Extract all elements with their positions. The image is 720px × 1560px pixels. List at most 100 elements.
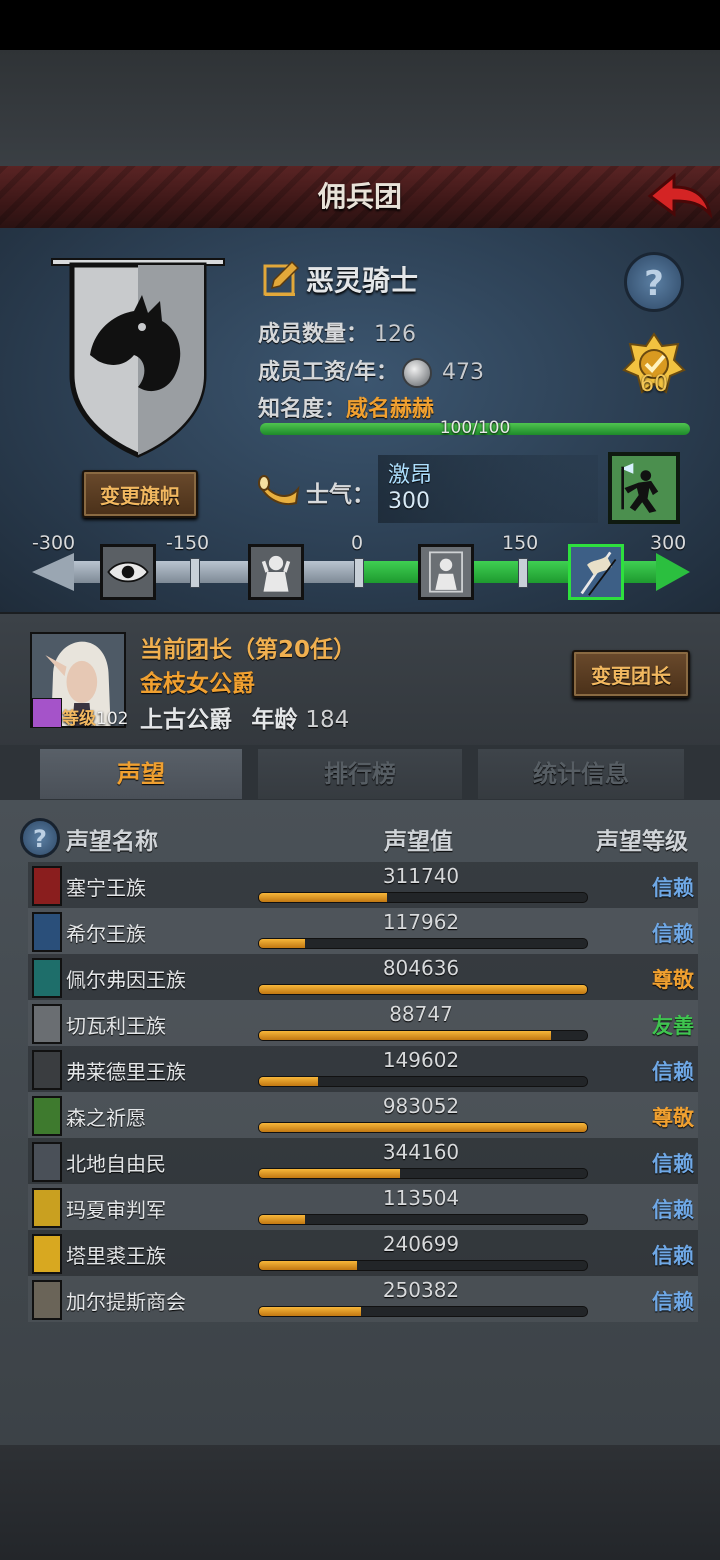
scale-label-150: 150 — [502, 532, 539, 554]
reputation-progress-bar — [258, 892, 588, 903]
faction-name: 切瓦利王族 — [66, 1014, 166, 1038]
leader-name: 金枝女公爵 — [140, 671, 255, 697]
morale-status-icon[interactable] — [608, 452, 680, 524]
faction-crest-icon — [32, 1096, 62, 1136]
reputation-row[interactable]: 塞宁王族 311740 信赖 — [28, 862, 698, 908]
reputation-progress-fill — [259, 1307, 361, 1316]
scale-label-minus300: -300 — [32, 532, 76, 554]
reputation-level: 信赖 — [652, 1290, 694, 1314]
bottom-background — [0, 1445, 720, 1560]
reputation-progress-fill — [259, 893, 387, 902]
header-faction-name: 声望名称 — [66, 829, 158, 855]
faction-name: 塞宁王族 — [66, 876, 146, 900]
reputation-level: 信赖 — [652, 1152, 694, 1176]
tab-statistics[interactable]: 统计信息 — [478, 749, 684, 799]
reputation-progress-bar — [258, 1168, 588, 1179]
faction-name: 塔里裘王族 — [66, 1244, 166, 1268]
reputation-progress-bar — [258, 1214, 588, 1225]
leader-title: 当前团长（第20任） — [140, 637, 357, 663]
neutral-figure-icon[interactable] — [418, 544, 474, 600]
despair-figure-icon[interactable] — [248, 544, 304, 600]
scale-label-0: 0 — [351, 532, 364, 554]
title-bar: 佣兵团 — [0, 166, 720, 231]
leader-level: 等级102 — [62, 704, 128, 729]
members-value: 126 — [374, 322, 417, 347]
excited-banner-icon[interactable] — [568, 544, 624, 600]
reputation-value: 88747 — [389, 1002, 453, 1026]
reputation-level: 信赖 — [652, 1198, 694, 1222]
morale-label: 士气： — [306, 482, 375, 508]
reputation-row[interactable]: 玛夏审判军 113504 信赖 — [28, 1184, 698, 1230]
reputation-progress-bar — [258, 1076, 588, 1087]
scale-tick — [190, 558, 200, 588]
reputation-row[interactable]: 北地自由民 344160 信赖 — [28, 1138, 698, 1184]
faction-crest-icon — [32, 1280, 62, 1320]
reputation-progress-fill — [259, 939, 305, 948]
tab-ranking[interactable]: 排行榜 — [258, 749, 462, 799]
reputation-progress-bar — [258, 984, 588, 995]
status-bar — [0, 0, 720, 50]
reputation-progress-fill — [259, 1215, 305, 1224]
guild-name: 恶灵骑士 — [306, 264, 419, 297]
reputation-progress-bar — [258, 1030, 588, 1041]
scale-label-minus150: -150 — [166, 532, 210, 554]
salary-row: 成员工资/年： 473 — [258, 354, 484, 388]
morale-state: 激昂 — [388, 463, 433, 488]
panic-eye-icon[interactable] — [100, 544, 156, 600]
faction-name: 希尔王族 — [66, 922, 146, 946]
reputation-value: 240699 — [382, 1232, 460, 1256]
header-reputation-level: 声望等级 — [596, 829, 688, 855]
guild-rank-number: 60 — [640, 372, 668, 397]
reputation-row[interactable]: 加尔提斯商会 250382 信赖 — [28, 1276, 698, 1322]
reputation-row[interactable]: 佩尔弗因王族 804636 尊敬 — [28, 954, 698, 1000]
scale-tick — [518, 558, 528, 588]
change-flag-button[interactable]: 变更旗帜 — [82, 470, 198, 518]
reputation-progress-fill — [259, 1031, 551, 1040]
faction-crest-icon — [32, 1188, 62, 1228]
reputation-level: 尊敬 — [652, 968, 694, 992]
reputation-value: 113504 — [382, 1186, 460, 1210]
reputation-row[interactable]: 弗莱德里王族 149602 信赖 — [28, 1046, 698, 1092]
faction-crest-icon — [32, 1234, 62, 1274]
faction-name: 弗莱德里王族 — [66, 1060, 186, 1084]
reputation-progress-fill — [259, 1077, 319, 1086]
top-background — [0, 50, 720, 166]
reputation-progress-fill — [259, 1261, 358, 1270]
reputation-level: 尊敬 — [652, 1106, 694, 1130]
reputation-progress-fill — [259, 1169, 401, 1178]
faction-crest-icon — [32, 1004, 62, 1044]
faction-crest-icon — [32, 1050, 62, 1090]
reputation-level: 信赖 — [652, 1060, 694, 1084]
reputation-value: 983052 — [382, 1094, 460, 1118]
reputation-row[interactable]: 塔里裘王族 240699 信赖 — [28, 1230, 698, 1276]
reputation-value: 117962 — [382, 910, 460, 934]
faction-crest-icon — [32, 1142, 62, 1182]
reputation-progress-bar — [258, 1122, 588, 1133]
level-value: 102 — [96, 709, 129, 729]
header-reputation-value: 声望值 — [384, 829, 453, 855]
class-staff-icon — [32, 698, 62, 728]
help-icon[interactable]: ? — [624, 252, 684, 312]
reputation-help-icon[interactable]: ? — [20, 818, 60, 858]
fame-progress-text: 100/100 — [439, 418, 511, 438]
morale-value: 300 — [388, 489, 430, 514]
salary-value: 473 — [442, 360, 485, 385]
guild-name-row: 恶灵骑士 — [262, 258, 418, 300]
silver-coin-icon — [402, 358, 433, 388]
leader-rank-age: 上古公爵 年龄 184 — [140, 700, 349, 734]
reputation-row[interactable]: 森之祈愿 983052 尊敬 — [28, 1092, 698, 1138]
tab-reputation[interactable]: 声望 — [40, 749, 242, 799]
back-arrow-icon[interactable] — [640, 170, 714, 222]
reputation-progress-bar — [258, 1260, 588, 1271]
reputation-row[interactable]: 切瓦利王族 88747 友善 — [28, 1000, 698, 1046]
change-leader-button[interactable]: 变更团长 — [572, 650, 690, 698]
reputation-value: 344160 — [382, 1140, 460, 1164]
scale-right-arrow-icon — [656, 553, 690, 591]
age-label: 年龄 — [251, 707, 298, 733]
scale-left-arrow-icon — [32, 553, 74, 591]
reputation-level: 信赖 — [652, 1244, 694, 1268]
faction-crest-icon — [32, 866, 62, 906]
reputation-row[interactable]: 希尔王族 117962 信赖 — [28, 908, 698, 954]
edit-name-icon[interactable] — [262, 260, 300, 298]
level-label: 等级 — [62, 709, 96, 729]
